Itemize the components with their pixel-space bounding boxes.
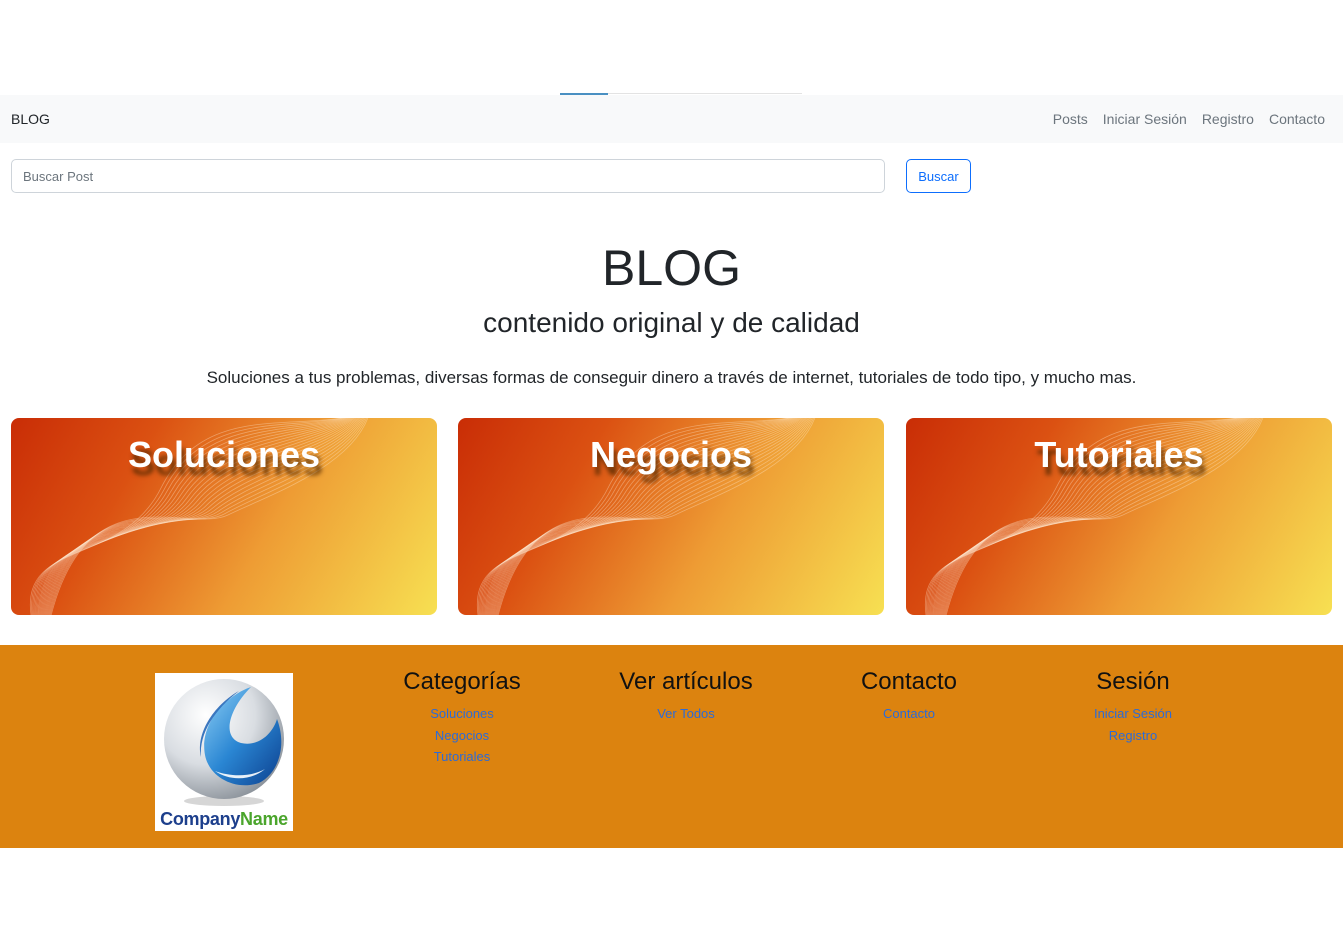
nav-link-login[interactable]: Iniciar Sesión bbox=[1103, 111, 1187, 127]
card-title: Negocios bbox=[589, 434, 753, 475]
hero-title: BLOG bbox=[602, 240, 741, 296]
card-title: Soluciones bbox=[127, 434, 321, 475]
footer-link-contacto[interactable]: Contacto bbox=[799, 703, 1019, 725]
logo-wordmark-part1: Company bbox=[160, 809, 241, 829]
footer-col-articulos: Ver artículos Ver Todos bbox=[576, 667, 796, 725]
search-button[interactable]: Buscar bbox=[906, 159, 971, 193]
progress-track bbox=[608, 93, 802, 94]
footer-link-tutoriales[interactable]: Tutoriales bbox=[352, 746, 572, 768]
navbar: BLOG Posts Iniciar Sesión Registro Conta… bbox=[0, 95, 1343, 143]
footer-link-negocios[interactable]: Negocios bbox=[352, 725, 572, 747]
nav-link-contact[interactable]: Contacto bbox=[1269, 111, 1325, 127]
category-card-soluciones[interactable]: Soluciones bbox=[11, 418, 437, 615]
hero-description: Soluciones a tus problemas, diversas for… bbox=[206, 368, 1137, 387]
search-input[interactable] bbox=[11, 159, 885, 193]
navbar-brand[interactable]: BLOG bbox=[11, 111, 50, 127]
logo-wordmark: CompanyName bbox=[155, 809, 293, 830]
footer-link-soluciones[interactable]: Soluciones bbox=[352, 703, 572, 725]
company-logo[interactable]: CompanyName bbox=[155, 673, 293, 831]
nav-link-register[interactable]: Registro bbox=[1202, 111, 1254, 127]
footer-col-categorias: Categorías Soluciones Negocios Tutoriale… bbox=[352, 667, 572, 768]
footer-heading: Ver artículos bbox=[619, 668, 753, 695]
hero-subtitle: contenido original y de calidad bbox=[483, 307, 860, 338]
footer-heading: Contacto bbox=[860, 668, 958, 695]
footer-link-ver-todos[interactable]: Ver Todos bbox=[576, 703, 796, 725]
card-title: Tutoriales bbox=[1034, 434, 1204, 475]
nav-links: Posts Iniciar Sesión Registro Contacto bbox=[1053, 111, 1332, 127]
search-form: Buscar bbox=[11, 159, 971, 193]
footer-heading: Categorías bbox=[403, 668, 521, 695]
footer-link-registro[interactable]: Registro bbox=[1023, 725, 1243, 747]
category-card-tutoriales[interactable]: Tutoriales bbox=[906, 418, 1332, 615]
footer-link-iniciar-sesion[interactable]: Iniciar Sesión bbox=[1023, 703, 1243, 725]
nav-link-posts[interactable]: Posts bbox=[1053, 111, 1088, 127]
footer-heading: Sesión bbox=[1096, 668, 1170, 695]
footer-col-sesion: Sesión Iniciar Sesión Registro bbox=[1023, 667, 1243, 746]
globe-logo-icon bbox=[164, 679, 284, 806]
logo-wordmark-part2: Name bbox=[240, 809, 288, 829]
footer-col-contacto: Contacto Contacto bbox=[799, 667, 1019, 725]
footer: CompanyName Categorías Soluciones Negoci… bbox=[0, 645, 1343, 848]
category-card-negocios[interactable]: Negocios bbox=[458, 418, 884, 615]
